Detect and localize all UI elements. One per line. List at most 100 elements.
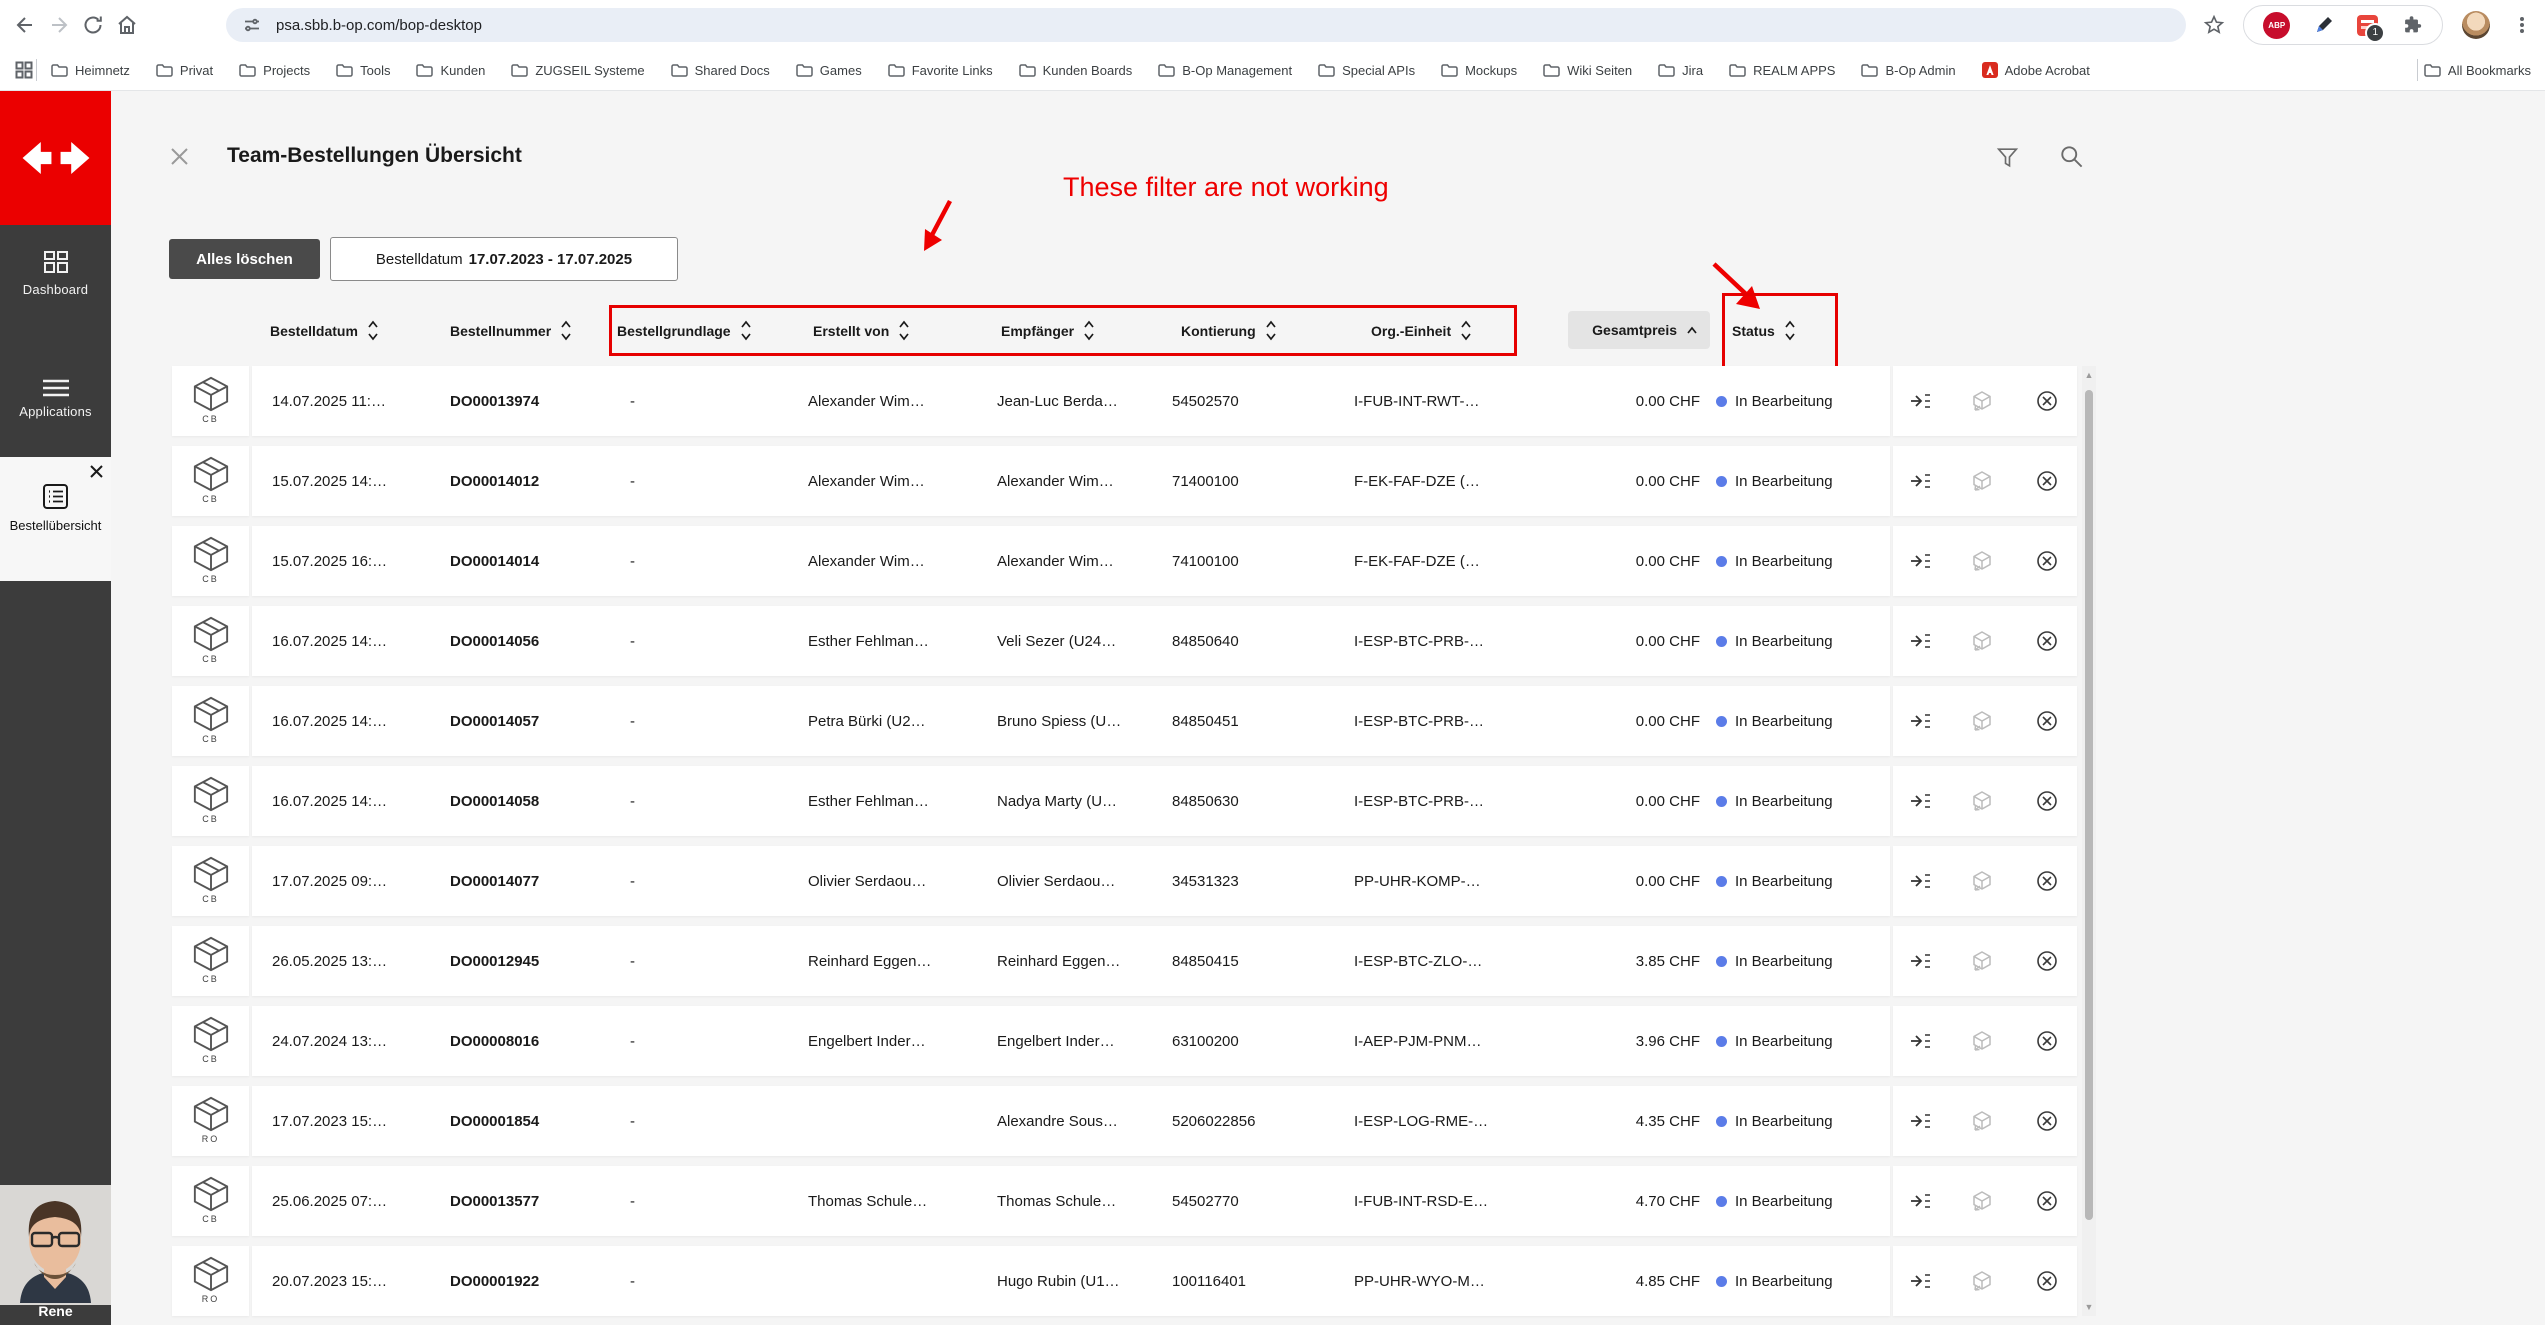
column-header-org-einheit[interactable]: Org.-Einheit (1371, 306, 1472, 355)
close-overview-icon[interactable] (169, 146, 190, 167)
order-row-main[interactable]: 14.07.2025 11:… DO00013974 - Alexander W… (252, 366, 1890, 436)
order-row-main[interactable]: 20.07.2023 15:… DO00001922 - Hugo Rubin … (252, 1246, 1890, 1316)
order-row-main[interactable]: 16.07.2025 14:… DO00014058 - Esther Fehl… (252, 766, 1890, 836)
sort-icon[interactable] (1265, 319, 1277, 342)
sidebar-item-applications[interactable]: Applications (0, 378, 111, 419)
sort-icon[interactable] (367, 319, 379, 342)
order-row-main[interactable]: 17.07.2023 15:… DO00001854 - Alexandre S… (252, 1086, 1890, 1156)
order-row-main[interactable]: 17.07.2025 09:… DO00014077 - Olivier Ser… (252, 846, 1890, 916)
clear-all-filters-button[interactable]: Alles löschen (169, 239, 320, 279)
close-icon[interactable] (89, 464, 104, 479)
user-avatar[interactable] (0, 1185, 111, 1305)
cancel-order-icon[interactable] (2036, 1110, 2058, 1132)
bookmark-item[interactable]: Favorite Links (887, 63, 993, 78)
bookmark-item[interactable]: B-Op Admin (1861, 63, 1956, 78)
assign-order-icon[interactable] (1909, 1190, 1931, 1212)
bookmark-item[interactable]: ZUGSEIL Systeme (511, 63, 645, 78)
bookmark-item[interactable]: B-Op Management (1158, 63, 1292, 78)
bookmark-item[interactable]: Kunden (416, 63, 485, 78)
return-package-icon[interactable] (1971, 1030, 1993, 1052)
sidebar-item-bestelluebersicht[interactable]: Bestellübersicht (0, 457, 111, 581)
return-package-icon[interactable] (1971, 1110, 1993, 1132)
bookmark-item[interactable]: Games (796, 63, 862, 78)
cancel-order-icon[interactable] (2036, 550, 2058, 572)
assign-order-icon[interactable] (1909, 710, 1931, 732)
return-package-icon[interactable] (1971, 390, 1993, 412)
return-package-icon[interactable] (1971, 470, 1993, 492)
bookmark-item[interactable]: REALM APPS (1729, 63, 1835, 78)
assign-order-icon[interactable] (1909, 470, 1931, 492)
bookmark-item[interactable]: Mockups (1441, 63, 1517, 78)
sidebar-item-dashboard[interactable]: Dashboard (0, 250, 111, 297)
assign-order-icon[interactable] (1909, 630, 1931, 652)
adblock-extension-icon[interactable]: ABP (2263, 11, 2291, 39)
return-package-icon[interactable] (1971, 710, 1993, 732)
order-row-main[interactable]: 15.07.2025 16:… DO00014014 - Alexander W… (252, 526, 1890, 596)
site-settings-icon[interactable] (242, 15, 262, 35)
bookmark-item[interactable]: Wiki Seiten (1543, 63, 1632, 78)
bookmark-item[interactable]: Projects (239, 63, 310, 78)
assign-order-icon[interactable] (1909, 790, 1931, 812)
filter-icon[interactable] (1995, 145, 2020, 170)
reload-icon[interactable] (76, 8, 110, 42)
assign-order-icon[interactable] (1909, 550, 1931, 572)
column-header-empfaenger[interactable]: Empfänger (1001, 306, 1095, 355)
assign-order-icon[interactable] (1909, 1110, 1931, 1132)
search-icon[interactable] (2058, 143, 2085, 170)
all-bookmarks-button[interactable]: All Bookmarks (2424, 63, 2531, 78)
return-package-icon[interactable] (1971, 950, 1993, 972)
column-header-erstellt-von[interactable]: Erstellt von (813, 306, 910, 355)
cancel-order-icon[interactable] (2036, 1190, 2058, 1212)
order-row-main[interactable]: 16.07.2025 14:… DO00014057 - Petra Bürki… (252, 686, 1890, 756)
address-bar[interactable]: psa.sbb.b-op.com/bop-desktop (226, 8, 2186, 42)
return-package-icon[interactable] (1971, 870, 1993, 892)
return-package-icon[interactable] (1971, 1190, 1993, 1212)
sort-icon[interactable] (1460, 319, 1472, 342)
assign-order-icon[interactable] (1909, 1270, 1931, 1292)
bookmark-item[interactable]: Shared Docs (670, 63, 770, 78)
sbb-logo[interactable] (0, 91, 111, 225)
assign-order-icon[interactable] (1909, 390, 1931, 412)
bookmark-item[interactable]: Jira (1658, 63, 1703, 78)
bookmark-item[interactable]: Tools (336, 63, 390, 78)
table-scrollbar[interactable]: ▲ ▼ (2082, 366, 2096, 1316)
password-extension-icon[interactable]: 1 (2357, 14, 2386, 43)
back-icon[interactable] (8, 8, 42, 42)
date-filter-chip[interactable]: Bestelldatum 17.07.2023 - 17.07.2025 (330, 237, 678, 281)
cancel-order-icon[interactable] (2036, 710, 2058, 732)
cancel-order-icon[interactable] (2036, 470, 2058, 492)
bookmark-item[interactable]: Special APIs (1318, 63, 1415, 78)
cancel-order-icon[interactable] (2036, 1030, 2058, 1052)
sort-icon[interactable] (1083, 319, 1095, 342)
column-header-kontierung[interactable]: Kontierung (1181, 306, 1277, 355)
column-header-status[interactable]: Status (1732, 306, 1796, 355)
home-icon[interactable] (110, 8, 144, 42)
column-header-bestellnummer[interactable]: Bestellnummer (450, 306, 572, 355)
order-row-main[interactable]: 16.07.2025 14:… DO00014056 - Esther Fehl… (252, 606, 1890, 676)
scrollbar-thumb[interactable] (2085, 390, 2093, 1220)
sort-ascending-icon[interactable] (1686, 325, 1698, 335)
sort-icon[interactable] (740, 319, 752, 342)
cancel-order-icon[interactable] (2036, 390, 2058, 412)
bookmark-item[interactable]: Adobe Acrobat (1981, 62, 2090, 78)
bookmark-star-icon[interactable] (2197, 8, 2231, 42)
apps-grid-icon[interactable] (14, 60, 34, 80)
cancel-order-icon[interactable] (2036, 950, 2058, 972)
cancel-order-icon[interactable] (2036, 870, 2058, 892)
sort-icon[interactable] (560, 319, 572, 342)
assign-order-icon[interactable] (1909, 1030, 1931, 1052)
sort-icon[interactable] (1784, 319, 1796, 342)
order-row-main[interactable]: 15.07.2025 14:… DO00014012 - Alexander W… (252, 446, 1890, 516)
column-header-bestelldatum[interactable]: Bestelldatum (270, 306, 379, 355)
extensions-puzzle-icon[interactable] (2401, 14, 2423, 36)
browser-profile-avatar[interactable] (2462, 11, 2490, 39)
browser-menu-icon[interactable] (2510, 13, 2534, 37)
bookmark-item[interactable]: Heimnetz (51, 63, 130, 78)
sort-icon[interactable] (898, 319, 910, 342)
cancel-order-icon[interactable] (2036, 790, 2058, 812)
return-package-icon[interactable] (1971, 630, 1993, 652)
order-row-main[interactable]: 26.05.2025 13:… DO00012945 - Reinhard Eg… (252, 926, 1890, 996)
pen-extension-icon[interactable] (2313, 14, 2335, 36)
return-package-icon[interactable] (1971, 790, 1993, 812)
column-header-gesamtpreis[interactable]: Gesamtpreis (1568, 311, 1710, 349)
